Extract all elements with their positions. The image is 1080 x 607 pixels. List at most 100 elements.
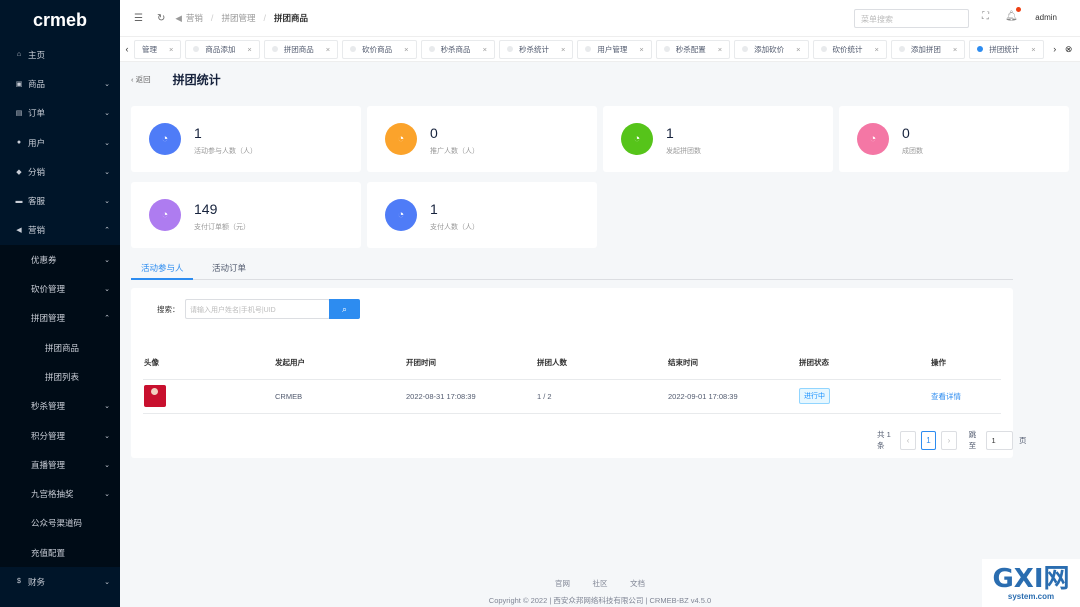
gauge-icon: ◔: [385, 123, 417, 155]
sidebar-item-home[interactable]: ⌂ 主页: [0, 40, 120, 69]
close-icon[interactable]: ×: [953, 45, 957, 54]
tab-participants[interactable]: 活动参与人: [141, 262, 184, 274]
footer-link-website[interactable]: 官网: [555, 579, 570, 588]
view-details-link[interactable]: 查看详情: [931, 392, 961, 401]
close-icon[interactable]: ×: [169, 45, 173, 54]
copyright: Copyright © 2022 | 西安众邦网络科技有限公司 | CRMEB-…: [488, 596, 712, 605]
close-icon[interactable]: ×: [875, 45, 879, 54]
stat-card: ◔ 1 发起拼团数: [603, 106, 833, 172]
sidebar: crmeb ⌂ 主页 ▣ 商品 ⌄ ▤ 订单 ⌄ ● 用户 ⌄ ◆ 分销 ⌄ ▬ 客服 ⌄ ◀ 营销 ⌃ …: [0, 0, 120, 607]
tab-bargain-stats[interactable]: 砍价统计 ×: [812, 39, 887, 59]
sidebar-item-marketing[interactable]: ◀ 营销 ⌃: [0, 216, 120, 245]
footer: 官网 社区 文档 Copyright © 2022 | 西安众邦网络科技有限公司…: [120, 578, 1080, 606]
gauge-icon: ◔: [149, 123, 181, 155]
share-icon: ◆: [16, 168, 22, 176]
sidebar-item-group-manage[interactable]: 拼团管理 ⌃: [0, 304, 120, 333]
chevron-down-icon: ⌄: [104, 578, 110, 586]
footer-link-docs[interactable]: 文档: [630, 579, 645, 588]
stat-card: ◔ 149 支付订单额（元）: [131, 182, 361, 248]
goto-unit: 页: [1019, 435, 1027, 445]
column-header: 头像: [143, 347, 274, 380]
sidebar-item-products[interactable]: ▣ 商品 ⌄: [0, 69, 120, 98]
footer-links: 官网 社区 文档: [120, 578, 1080, 589]
sidebar-item-group-products[interactable]: 拼团商品: [0, 333, 120, 362]
stat-label: 活动参与人数（人）: [194, 148, 257, 155]
tab-group-products[interactable]: 拼团商品 ×: [263, 39, 339, 59]
tab-manage[interactable]: 管理 ×: [134, 39, 182, 59]
menu-search-input[interactable]: 菜单搜索: [854, 9, 969, 28]
close-icon[interactable]: ×: [718, 45, 722, 54]
next-page-button[interactable]: ›: [941, 430, 957, 450]
close-icon[interactable]: ×: [561, 45, 565, 54]
table-row: CRMEB 2022-08-31 17:08:39 1 / 2 2022-09-…: [143, 379, 1001, 414]
back-link[interactable]: ‹ 返回: [131, 74, 151, 85]
tab-group-stats[interactable]: 拼团统计 ×: [969, 39, 1044, 59]
tabs-close-all-icon[interactable]: ⊗: [1062, 44, 1076, 55]
tabs-bar: ‹ 管理 × 商品添加 × 拼团商品 × 砍价商品 × 秒杀商品 × 秒杀统计 × 用户管理…: [120, 37, 1080, 62]
close-icon[interactable]: ×: [247, 45, 251, 54]
participants-table: 头像 发起用户 开团时间 拼团人数 结束时间 拼团状态 操作 CRMEB 202…: [143, 347, 1001, 414]
logo[interactable]: crmeb: [0, 0, 120, 40]
tab-seckill-stats[interactable]: 秒杀统计 ×: [498, 39, 574, 59]
sidebar-item-recharge[interactable]: 充值配置: [0, 538, 120, 567]
stat-value: 1: [666, 125, 674, 141]
goto-input[interactable]: 1: [986, 430, 1014, 450]
user-name[interactable]: admin: [1035, 13, 1057, 22]
sidebar-item-live[interactable]: 直播管理 ⌄: [0, 450, 120, 479]
sidebar-item-seckill[interactable]: 秒杀管理 ⌄: [0, 392, 120, 421]
sidebar-item-points[interactable]: 积分管理 ⌄: [0, 421, 120, 450]
close-icon[interactable]: ×: [796, 45, 800, 54]
sidebar-item-orders[interactable]: ▤ 订单 ⌄: [0, 99, 120, 128]
chevron-down-icon: ⌄: [104, 432, 110, 440]
dollar-icon: $: [17, 578, 21, 586]
sidebar-item-service[interactable]: ▬ 客服 ⌄: [0, 186, 120, 215]
tabs-next-icon[interactable]: ›: [1048, 44, 1062, 54]
breadcrumb-group-manage[interactable]: 拼团管理: [221, 12, 255, 24]
chat-icon: ▬: [15, 197, 23, 205]
sidebar-item-distribution[interactable]: ◆ 分销 ⌄: [0, 157, 120, 186]
sidebar-item-coupons[interactable]: 优惠券 ⌄: [0, 245, 120, 274]
sidebar-item-bargain[interactable]: 砍价管理 ⌄: [0, 274, 120, 303]
page-button[interactable]: 1: [920, 430, 937, 450]
close-icon[interactable]: ×: [326, 45, 330, 54]
close-icon[interactable]: ×: [404, 45, 408, 54]
stat-card: ◔ 0 成团数: [839, 106, 1069, 172]
fullscreen-icon[interactable]: ⛶: [982, 11, 989, 22]
tab-product-add[interactable]: 商品添加 ×: [185, 39, 260, 59]
tabs-prev-icon[interactable]: ‹: [120, 44, 134, 54]
prev-page-button[interactable]: ‹: [900, 430, 916, 450]
search-input[interactable]: 请输入用户姓名|手机号|UID: [185, 299, 330, 319]
menu-toggle-icon[interactable]: ☰: [134, 13, 143, 24]
close-icon[interactable]: ×: [639, 45, 643, 54]
sidebar-item-lottery[interactable]: 九宫格抽奖 ⌄: [0, 479, 120, 508]
tab-add-group[interactable]: 添加拼团 ×: [890, 39, 966, 59]
tab-seckill-products[interactable]: 秒杀商品 ×: [420, 39, 495, 59]
chevron-up-icon: ⌃: [104, 227, 110, 235]
tab-user-manage[interactable]: 用户管理 ×: [577, 39, 652, 59]
sidebar-item-users[interactable]: ● 用户 ⌄: [0, 128, 120, 157]
sidebar-item-finance[interactable]: $ 财务 ⌄: [0, 567, 120, 596]
close-icon[interactable]: ×: [483, 45, 487, 54]
chevron-down-icon: ⌄: [104, 461, 110, 469]
tab-orders[interactable]: 活动订单: [212, 262, 246, 274]
bag-icon: ▣: [15, 80, 23, 88]
watermark-domain: system.com: [1007, 591, 1055, 601]
tab-bargain-products[interactable]: 砍价商品 ×: [342, 39, 417, 59]
sidebar-item-group-list[interactable]: 拼团列表: [0, 362, 120, 391]
column-header: 开团时间: [405, 347, 536, 380]
column-header: 拼团人数: [536, 347, 667, 380]
column-header: 拼团状态: [798, 347, 930, 380]
sidebar-item-channel-code[interactable]: 公众号渠道码: [0, 509, 120, 538]
close-icon[interactable]: ×: [1031, 45, 1035, 54]
bell-icon[interactable]: 🔔︎: [1005, 11, 1018, 22]
gauge-icon: ◔: [857, 123, 889, 155]
stat-label: 支付人数（人）: [430, 224, 479, 231]
tab-add-bargain[interactable]: 添加砍价 ×: [734, 39, 809, 59]
search-button[interactable]: ⌕: [329, 299, 360, 319]
footer-link-community[interactable]: 社区: [593, 579, 608, 588]
refresh-icon[interactable]: ↻: [157, 13, 165, 24]
breadcrumb-marketing[interactable]: 营销: [186, 12, 203, 24]
avatar[interactable]: [144, 385, 166, 407]
tab-seckill-config[interactable]: 秒杀配置 ×: [655, 39, 731, 59]
stat-value: 1: [194, 125, 202, 141]
